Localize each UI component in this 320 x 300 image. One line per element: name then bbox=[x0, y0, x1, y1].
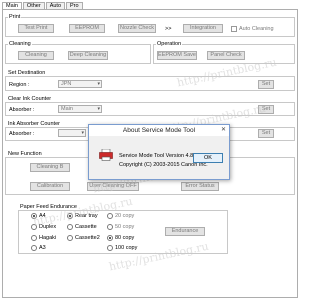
chevron-down-icon: ▾ bbox=[81, 130, 84, 136]
source-cassette2-radio[interactable] bbox=[67, 235, 73, 241]
size-hagaki-radio[interactable] bbox=[31, 235, 37, 241]
copies-100-radio[interactable] bbox=[107, 245, 113, 251]
ink-counter-set-button[interactable]: Set bbox=[258, 105, 274, 114]
source-cassette-label: Cassette bbox=[75, 224, 97, 230]
cleaning-b-button[interactable]: Cleaning B bbox=[30, 163, 70, 172]
copies-20-label: 20 copy bbox=[115, 213, 135, 219]
operation-heading: Operation bbox=[156, 41, 183, 47]
size-a3-radio[interactable] bbox=[31, 245, 37, 251]
cleaning-heading: Cleaning bbox=[8, 41, 32, 47]
close-icon[interactable]: ✕ bbox=[221, 126, 226, 133]
ink-counter-group bbox=[5, 102, 295, 116]
cleaning-button[interactable]: Cleaning bbox=[18, 51, 54, 60]
absorber-counter-label: Absorber : bbox=[9, 131, 35, 137]
ink-absorber-label: Absorber : bbox=[9, 107, 35, 113]
destination-group bbox=[5, 76, 295, 91]
absorber-counter-select[interactable]: ▾ bbox=[58, 129, 86, 137]
integration-button[interactable]: Integration bbox=[183, 24, 223, 33]
source-rear-tray-label: Rear tray bbox=[75, 213, 98, 219]
size-a4-radio[interactable] bbox=[31, 213, 37, 219]
panel-check-button[interactable]: Panel Check bbox=[207, 51, 245, 60]
eeprom-button[interactable]: EEPROM bbox=[69, 24, 105, 33]
deep-cleaning-button[interactable]: Deep Cleaning bbox=[68, 51, 108, 60]
ink-absorber-value: Main bbox=[61, 106, 73, 112]
size-a3-label: A3 bbox=[39, 245, 46, 251]
ink-absorber-select[interactable]: Main ▾ bbox=[58, 105, 102, 113]
ok-button[interactable]: OK bbox=[193, 153, 223, 163]
error-status-button[interactable]: Error Status bbox=[181, 182, 219, 191]
source-cassette-radio[interactable] bbox=[67, 224, 73, 230]
source-rear-tray-radio[interactable] bbox=[67, 213, 73, 219]
nozzle-check-button[interactable]: Nozzle Check bbox=[118, 24, 156, 33]
absorber-counter-set-button[interactable]: Set bbox=[258, 129, 274, 138]
copies-80-radio[interactable] bbox=[107, 235, 113, 241]
version-text: Service Mode Tool Version 4.885 bbox=[119, 153, 200, 159]
calibration-button[interactable]: Calibration bbox=[30, 182, 70, 191]
about-dialog: About Service Mode Tool ✕ Service Mode T… bbox=[88, 124, 230, 180]
endurance-button[interactable]: Endurance bbox=[165, 227, 205, 236]
user-cleaning-off-button[interactable]: User Cleaning OFF bbox=[87, 182, 139, 191]
size-hagaki-label: Hagaki bbox=[39, 235, 57, 241]
eeprom-save-button[interactable]: EEPROM Save bbox=[157, 51, 197, 60]
copies-20-radio[interactable] bbox=[107, 213, 113, 219]
copies-100-label: 100 copy bbox=[115, 245, 138, 251]
region-label: Region : bbox=[9, 82, 30, 88]
source-cassette2-label: Cassette2 bbox=[75, 235, 100, 241]
printer-icon bbox=[99, 149, 113, 161]
test-print-button[interactable]: Test Print bbox=[18, 24, 54, 33]
copies-50-radio[interactable] bbox=[107, 224, 113, 230]
region-value: JPN bbox=[61, 81, 72, 87]
copies-80-label: 80 copy bbox=[115, 235, 135, 241]
region-select[interactable]: JPN ▾ bbox=[58, 80, 102, 88]
chevron-down-icon: ▾ bbox=[97, 81, 100, 87]
dialog-title: About Service Mode Tool bbox=[89, 125, 229, 136]
destination-set-button[interactable]: Set bbox=[258, 80, 274, 89]
size-duplex-radio[interactable] bbox=[31, 224, 37, 230]
size-duplex-label: Duplex bbox=[39, 224, 57, 230]
auto-cleaning-label: Auto Cleaning bbox=[239, 26, 274, 32]
auto-cleaning-checkbox[interactable] bbox=[231, 26, 237, 32]
chevron-down-icon: ▾ bbox=[97, 106, 100, 112]
size-a4-label: A4 bbox=[39, 213, 46, 219]
print-heading: Print bbox=[8, 14, 22, 20]
copies-50-label: 50 copy bbox=[115, 224, 135, 230]
arrows-label: >> bbox=[165, 26, 172, 32]
